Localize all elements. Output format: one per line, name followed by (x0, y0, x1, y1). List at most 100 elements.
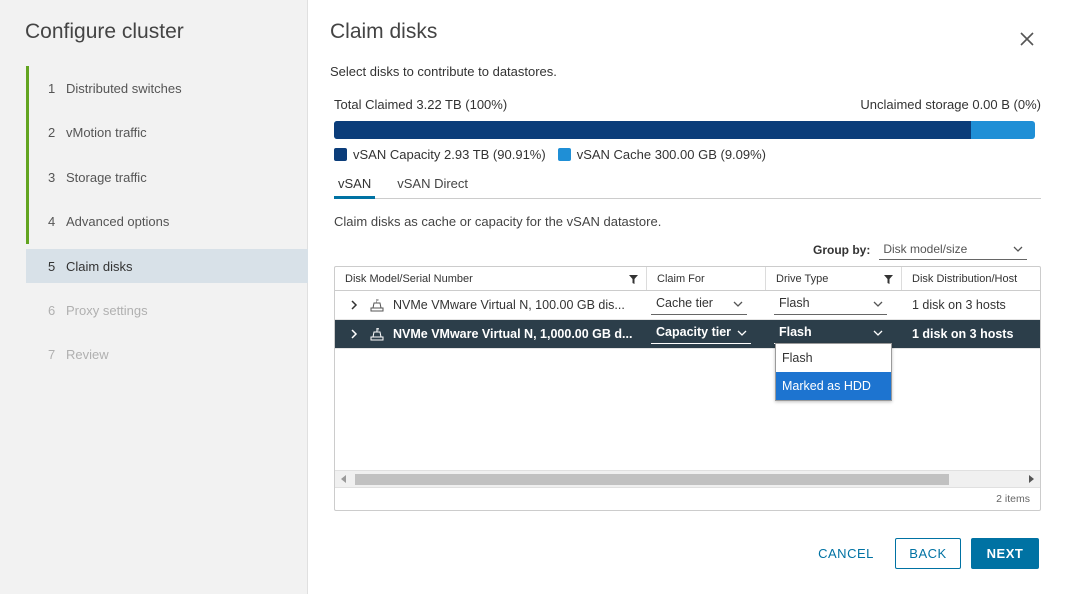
step-label: vMotion traffic (66, 125, 147, 141)
wizard-title: Configure cluster (25, 20, 184, 43)
disk-icon: F (370, 299, 384, 312)
next-button[interactable]: NEXT (971, 538, 1039, 569)
claim-for-value: Capacity tier (656, 325, 732, 339)
step-label: Proxy settings (66, 302, 148, 318)
filter-icon[interactable] (884, 275, 893, 284)
tab-bar: vSAN vSAN Direct (334, 176, 1041, 199)
scrollbar-thumb[interactable] (355, 474, 949, 485)
step-advanced-options[interactable]: 4 Advanced options (26, 199, 308, 244)
group-by-value: Disk model/size (883, 242, 968, 256)
unclaimed-storage-text: Unclaimed storage 0.00 B (0%) (860, 97, 1041, 112)
legend-label: vSAN Capacity 2.93 TB (90.91%) (353, 147, 546, 162)
step-number: 4 (48, 214, 56, 230)
page-subtitle: Select disks to contribute to datastores… (330, 64, 557, 79)
column-label: Disk Distribution/Host (912, 272, 1018, 285)
step-review: 7 Review (26, 333, 308, 378)
item-count: 2 items (996, 493, 1030, 505)
step-label: Distributed switches (66, 80, 182, 96)
column-disk-model[interactable]: Disk Model/Serial Number (335, 267, 647, 290)
table-row[interactable]: F NVMe VMware Virtual N, 100.00 GB dis..… (335, 291, 1040, 320)
step-label: Claim disks (66, 258, 133, 274)
column-label: Disk Model/Serial Number (345, 272, 473, 285)
tab-vsan-direct[interactable]: vSAN Direct (393, 176, 472, 199)
chevron-down-icon (733, 301, 743, 307)
wizard-steps: 1 Distributed switches 2 vMotion traffic 3… (26, 66, 308, 377)
step-distributed-switches[interactable]: 1 Distributed switches (26, 66, 308, 111)
chevron-down-icon (873, 330, 883, 336)
step-number: 2 (48, 125, 56, 141)
disk-model-cell: F NVMe VMware Virtual N, 100.00 GB dis..… (335, 291, 647, 319)
step-vmotion-traffic[interactable]: 2 vMotion traffic (26, 110, 308, 155)
drive-type-cell: Flash (766, 291, 902, 319)
step-number: 1 (48, 80, 56, 96)
claim-for-select[interactable]: Cache tier (651, 295, 747, 315)
distribution-text: 1 disk on 3 hosts (912, 327, 1014, 341)
legend-label: vSAN Cache 300.00 GB (9.09%) (576, 147, 767, 162)
tab-vsan[interactable]: vSAN (334, 176, 376, 199)
close-icon[interactable] (1016, 28, 1038, 50)
wizard-sidebar: Configure cluster 1 Distributed switches … (0, 0, 308, 594)
chevron-down-icon (1013, 246, 1023, 252)
grid-footer: 2 items (335, 487, 1040, 510)
disk-model-text: NVMe VMware Virtual N, 100.00 GB dis... (393, 298, 625, 312)
chevron-down-icon (873, 301, 883, 307)
drive-type-value: Flash (779, 296, 810, 310)
horizontal-scrollbar[interactable] (335, 470, 1040, 487)
claim-for-select[interactable]: Capacity tier (651, 324, 751, 344)
scroll-right-icon[interactable] (1029, 475, 1034, 483)
step-storage-traffic[interactable]: 3 Storage traffic (26, 155, 308, 200)
svg-text:F: F (376, 328, 379, 334)
cache-swatch (557, 148, 571, 161)
step-number: 7 (48, 347, 56, 363)
cancel-button[interactable]: CANCEL (804, 538, 888, 569)
chevron-down-icon (737, 330, 747, 336)
disk-model-cell: F NVMe VMware Virtual N, 1,000.00 GB d..… (335, 320, 647, 348)
legend-capacity: vSAN Capacity 2.93 TB (90.91%) (334, 147, 546, 162)
claim-for-cell: Capacity tier (647, 320, 766, 348)
group-by-label: Group by: (813, 243, 871, 257)
column-disk-distribution[interactable]: Disk Distribution/Host (902, 267, 1040, 290)
distribution-cell: 1 disk on 3 hosts (902, 320, 1040, 348)
step-label: Advanced options (66, 214, 170, 230)
back-button[interactable]: BACK (895, 538, 961, 569)
storage-legend: vSAN Capacity 2.93 TB (90.91%) vSAN Cach… (334, 147, 778, 162)
claim-for-cell: Cache tier (647, 291, 766, 319)
tab-description: Claim disks as cache or capacity for the… (334, 214, 662, 229)
dropdown-option-marked-as-hdd[interactable]: Marked as HDD (776, 372, 891, 400)
claim-disks-panel: Claim disks Select disks to contribute t… (308, 0, 1069, 594)
drive-type-select[interactable]: Flash (774, 324, 887, 344)
disk-icon: F (370, 328, 384, 341)
distribution-cell: 1 disk on 3 hosts (902, 291, 1040, 319)
capacity-swatch (334, 148, 347, 161)
drive-type-value: Flash (779, 325, 812, 339)
column-drive-type[interactable]: Drive Type (766, 267, 902, 290)
total-claimed-text: Total Claimed 3.22 TB (100%) (334, 97, 508, 112)
disk-grid: Disk Model/Serial Number Claim For Drive… (334, 266, 1041, 511)
drive-type-dropdown: Flash Marked as HDD (775, 343, 892, 401)
grid-header: Disk Model/Serial Number Claim For Drive… (335, 267, 1040, 291)
storage-usage-bar (334, 121, 1035, 139)
column-label: Drive Type (776, 272, 829, 285)
page-title: Claim disks (330, 20, 438, 43)
chevron-right-icon[interactable] (347, 298, 361, 312)
drive-type-select[interactable]: Flash (774, 295, 887, 315)
chevron-right-icon[interactable] (347, 327, 361, 341)
group-by-select[interactable]: Disk model/size (879, 240, 1028, 260)
filter-icon[interactable] (629, 275, 638, 284)
claim-for-value: Cache tier (656, 296, 713, 310)
dropdown-option-flash[interactable]: Flash (776, 344, 891, 372)
scroll-left-icon[interactable] (341, 475, 346, 483)
column-claim-for[interactable]: Claim For (647, 267, 766, 290)
column-label: Claim For (657, 272, 705, 285)
svg-text:F: F (376, 299, 379, 305)
table-row-selected[interactable]: F NVMe VMware Virtual N, 1,000.00 GB d..… (335, 320, 1040, 349)
distribution-text: 1 disk on 3 hosts (912, 298, 1006, 312)
disk-model-text: NVMe VMware Virtual N, 1,000.00 GB d... (393, 327, 633, 341)
step-number: 6 (48, 302, 56, 318)
capacity-fill (334, 121, 972, 139)
step-number: 5 (48, 258, 56, 274)
legend-cache: vSAN Cache 300.00 GB (9.09%) (557, 147, 767, 162)
group-by: Group by: Disk model/size (813, 240, 1028, 260)
step-claim-disks[interactable]: 5 Claim disks (26, 249, 308, 283)
step-proxy-settings: 6 Proxy settings (26, 288, 308, 333)
